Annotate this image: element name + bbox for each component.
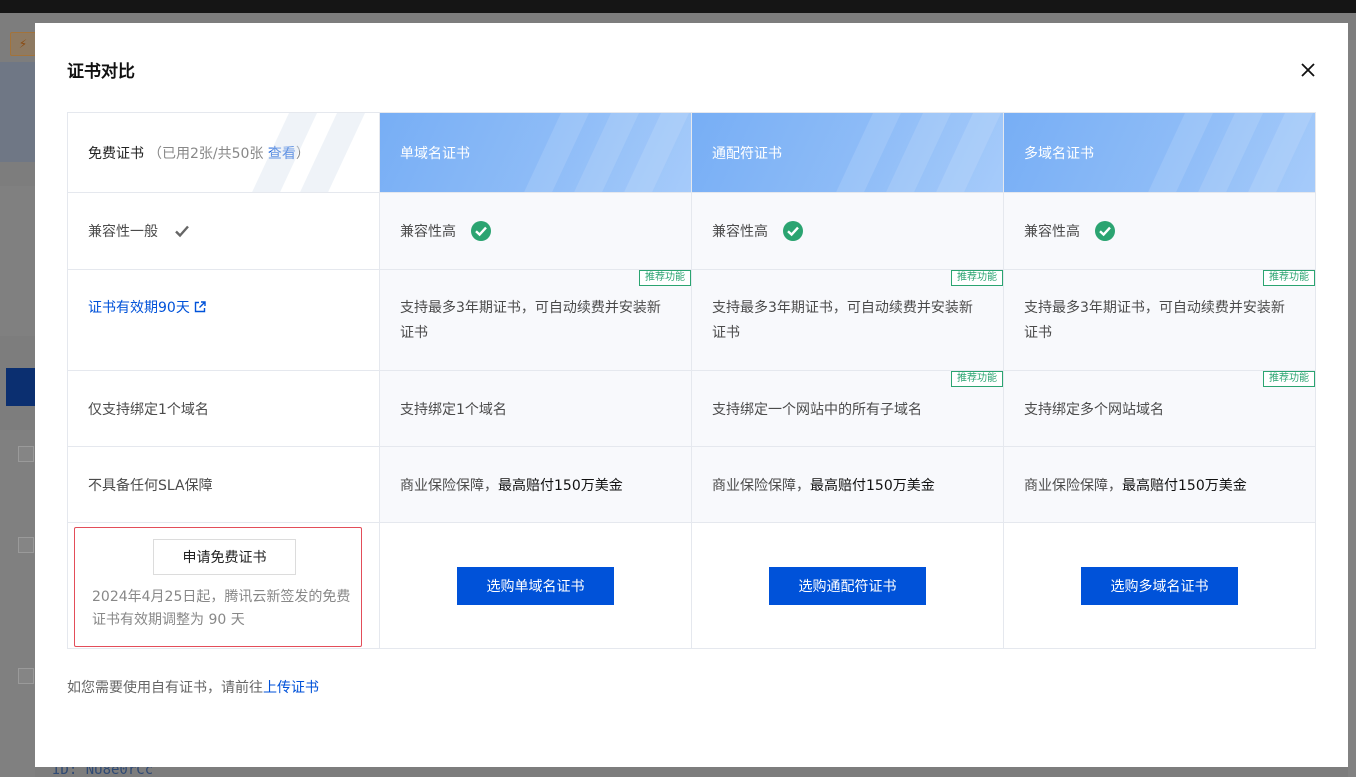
row-compatibility-free: 兼容性一般	[68, 193, 380, 270]
row-sla-single: 商业保险保障， 最高赔付150万美金	[380, 447, 692, 523]
row-compatibility-single: 兼容性高	[380, 193, 692, 270]
header-free-certificate: 免费证书 （已用2张/共50张 查看）	[68, 113, 380, 193]
validity-text: 支持最多3年期证书，可自动续费并安装新证书	[712, 300, 973, 341]
domain-text: 仅支持绑定1个域名	[88, 401, 209, 418]
free-certificate-title: 免费证书	[88, 145, 144, 162]
sla-text: 不具备任何SLA保障	[88, 477, 213, 494]
row-validity-multi: 推荐功能 支持最多3年期证书，可自动续费并安装新证书	[1004, 270, 1315, 371]
check-icon	[174, 223, 190, 239]
validity-link[interactable]: 证书有效期90天	[88, 296, 206, 321]
recommended-tag: 推荐功能	[639, 270, 691, 286]
upload-certificate-link[interactable]: 上传证书	[263, 680, 319, 696]
background-table	[0, 430, 35, 777]
check-circle-icon	[782, 220, 804, 242]
row-sla-free: 不具备任何SLA保障	[68, 447, 380, 523]
row-action-multi: 选购多域名证书	[1004, 523, 1315, 648]
recommended-tag: 推荐功能	[951, 371, 1003, 387]
row-compatibility-multi: 兼容性高	[1004, 193, 1315, 270]
row-validity-free: 证书有效期90天	[68, 270, 380, 371]
certificate-compare-dialog: 证书对比 免费证书 （已用2张/共50张 查看） 单域名证书 通配符证书 多域名…	[35, 23, 1348, 767]
validity-text: 支持最多3年期证书，可自动续费并安装新证书	[1024, 300, 1285, 341]
header-wildcard-label: 通配符证书	[712, 145, 782, 162]
row-sla-wildcard: 商业保险保障， 最高赔付150万美金	[692, 447, 1004, 523]
background-panel	[0, 62, 35, 162]
background-top-bar	[0, 0, 1356, 13]
background-panel	[1348, 40, 1356, 777]
validity-text: 支持最多3年期证书，可自动续费并安装新证书	[400, 300, 661, 341]
buy-multi-domain-button[interactable]: 选购多域名证书	[1081, 566, 1238, 605]
close-button[interactable]	[1297, 59, 1319, 81]
domain-text: 支持绑定1个域名	[400, 401, 507, 418]
compatibility-text: 兼容性高	[712, 224, 768, 240]
header-single-domain: 单域名证书	[380, 113, 692, 193]
free-certificate-highlight-box: 申请免费证书 2024年4月25日起，腾讯云新签发的免费证书有效期调整为 90 …	[74, 527, 362, 647]
sla-text: 商业保险保障，	[400, 477, 498, 494]
buy-wildcard-button[interactable]: 选购通配符证书	[769, 566, 926, 605]
domain-text: 支持绑定一个网站中的所有子域名	[712, 401, 922, 418]
sla-highlight: 最高赔付150万美金	[810, 477, 935, 494]
row-domain-wildcard: 推荐功能 支持绑定一个网站中的所有子域名	[692, 371, 1004, 447]
compatibility-text: 兼容性高	[1024, 224, 1080, 240]
background-checkbox	[18, 446, 34, 462]
row-action-free: 申请免费证书 2024年4月25日起，腾讯云新签发的免费证书有效期调整为 90 …	[68, 523, 380, 648]
background-button	[6, 368, 35, 406]
row-sla-multi: 商业保险保障， 最高赔付150万美金	[1004, 447, 1315, 523]
compatibility-text: 兼容性高	[400, 224, 456, 240]
background-checkbox	[18, 668, 34, 684]
free-certificate-notice: 2024年4月25日起，腾讯云新签发的免费证书有效期调整为 90 天	[92, 589, 351, 628]
apply-free-certificate-button[interactable]: 申请免费证书	[153, 539, 296, 575]
check-circle-icon	[470, 220, 492, 242]
buy-single-domain-button[interactable]: 选购单域名证书	[457, 566, 614, 605]
row-validity-wildcard: 推荐功能 支持最多3年期证书，可自动续费并安装新证书	[692, 270, 1004, 371]
recommended-tag: 推荐功能	[951, 270, 1003, 286]
compatibility-text: 兼容性一般	[88, 224, 158, 240]
header-multi-domain: 多域名证书	[1004, 113, 1315, 193]
header-single-label: 单域名证书	[400, 145, 470, 162]
dialog-title: 证书对比	[67, 62, 135, 82]
row-domain-multi: 推荐功能 支持绑定多个网站域名	[1004, 371, 1315, 447]
row-compatibility-wildcard: 兼容性高	[692, 193, 1004, 270]
close-icon	[1301, 63, 1315, 77]
lightning-icon: ⚡	[10, 32, 36, 56]
sla-highlight: 最高赔付150万美金	[1122, 477, 1247, 494]
sla-text: 商业保险保障，	[1024, 477, 1122, 494]
background-checkbox	[18, 537, 34, 553]
row-domain-free: 仅支持绑定1个域名	[68, 371, 380, 447]
row-action-single: 选购单域名证书	[380, 523, 692, 648]
header-multi-label: 多域名证书	[1024, 145, 1094, 162]
comparison-table: 免费证书 （已用2张/共50张 查看） 单域名证书 通配符证书 多域名证书 兼容…	[67, 112, 1316, 649]
upload-hint-text: 如您需要使用自有证书，请前往	[67, 680, 263, 696]
upload-hint: 如您需要使用自有证书，请前往上传证书	[67, 677, 319, 697]
recommended-tag: 推荐功能	[1263, 371, 1315, 387]
header-wildcard: 通配符证书	[692, 113, 1004, 193]
domain-text: 支持绑定多个网站域名	[1024, 401, 1164, 418]
sla-highlight: 最高赔付150万美金	[498, 477, 623, 494]
background-panel	[0, 186, 35, 336]
row-action-wildcard: 选购通配符证书	[692, 523, 1004, 648]
sla-text: 商业保险保障，	[712, 477, 810, 494]
recommended-tag: 推荐功能	[1263, 270, 1315, 286]
external-link-icon	[194, 301, 206, 313]
check-circle-icon	[1094, 220, 1116, 242]
row-domain-single: 支持绑定1个域名	[380, 371, 692, 447]
row-validity-single: 推荐功能 支持最多3年期证书，可自动续费并安装新证书	[380, 270, 692, 371]
